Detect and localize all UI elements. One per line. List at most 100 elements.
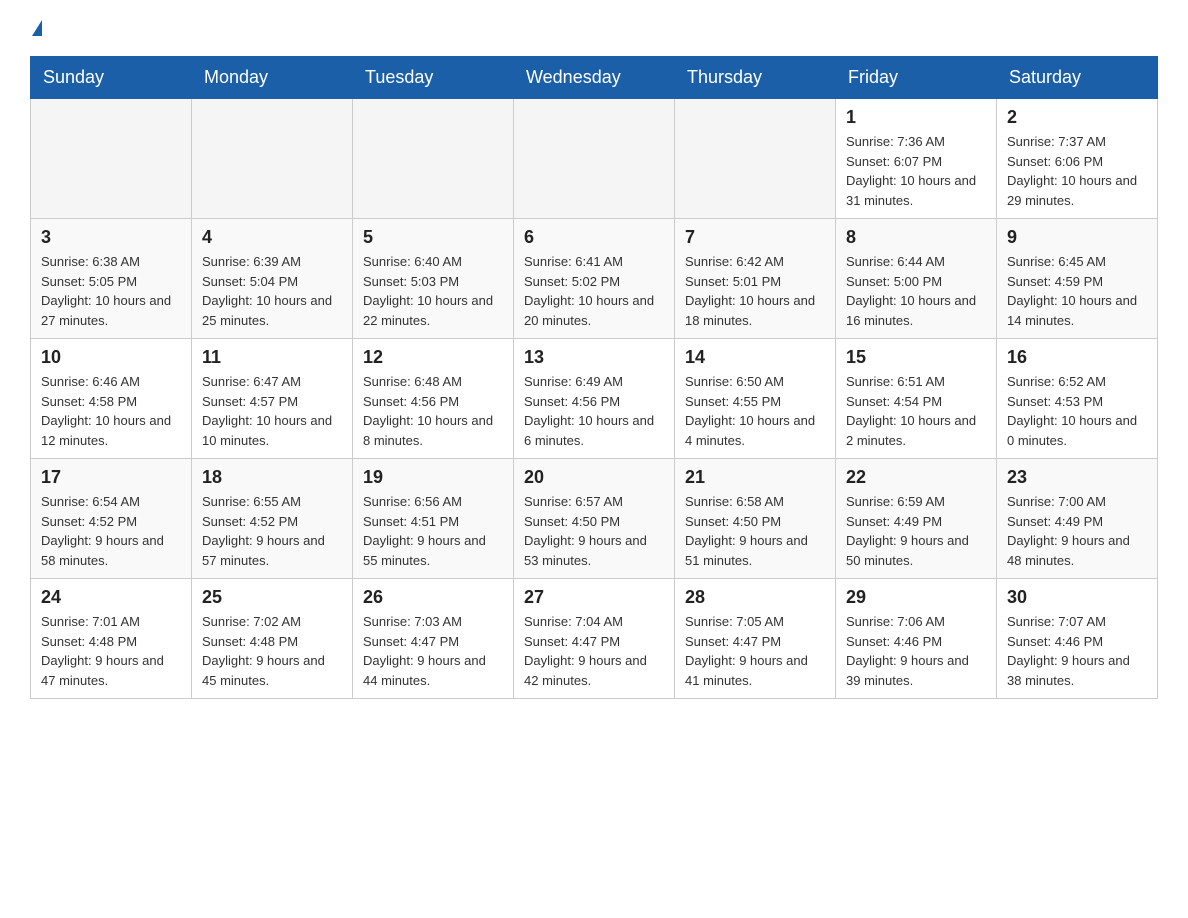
- day-info: Sunrise: 7:05 AM Sunset: 4:47 PM Dayligh…: [685, 612, 825, 690]
- calendar-cell: 15 Sunrise: 6:51 AM Sunset: 4:54 PM Dayli…: [836, 339, 997, 459]
- day-number: 26: [363, 587, 503, 608]
- header-saturday: Saturday: [997, 57, 1158, 99]
- day-number: 15: [846, 347, 986, 368]
- day-number: 23: [1007, 467, 1147, 488]
- day-number: 20: [524, 467, 664, 488]
- day-number: 1: [846, 107, 986, 128]
- day-info: Sunrise: 6:55 AM Sunset: 4:52 PM Dayligh…: [202, 492, 342, 570]
- calendar-cell: 22 Sunrise: 6:59 AM Sunset: 4:49 PM Dayli…: [836, 459, 997, 579]
- calendar-cell: 7 Sunrise: 6:42 AM Sunset: 5:01 PM Daylig…: [675, 219, 836, 339]
- calendar-cell: 25 Sunrise: 7:02 AM Sunset: 4:48 PM Dayli…: [192, 579, 353, 699]
- calendar-cell: 16 Sunrise: 6:52 AM Sunset: 4:53 PM Dayli…: [997, 339, 1158, 459]
- logo-triangle-icon: [32, 20, 42, 36]
- calendar-cell: 27 Sunrise: 7:04 AM Sunset: 4:47 PM Dayli…: [514, 579, 675, 699]
- day-number: 6: [524, 227, 664, 248]
- day-info: Sunrise: 7:00 AM Sunset: 4:49 PM Dayligh…: [1007, 492, 1147, 570]
- day-info: Sunrise: 6:39 AM Sunset: 5:04 PM Dayligh…: [202, 252, 342, 330]
- day-info: Sunrise: 6:42 AM Sunset: 5:01 PM Dayligh…: [685, 252, 825, 330]
- day-info: Sunrise: 6:56 AM Sunset: 4:51 PM Dayligh…: [363, 492, 503, 570]
- day-info: Sunrise: 7:06 AM Sunset: 4:46 PM Dayligh…: [846, 612, 986, 690]
- day-number: 12: [363, 347, 503, 368]
- header-monday: Monday: [192, 57, 353, 99]
- day-info: Sunrise: 6:41 AM Sunset: 5:02 PM Dayligh…: [524, 252, 664, 330]
- calendar-cell: 3 Sunrise: 6:38 AM Sunset: 5:05 PM Daylig…: [31, 219, 192, 339]
- calendar-cell: 4 Sunrise: 6:39 AM Sunset: 5:04 PM Daylig…: [192, 219, 353, 339]
- day-info: Sunrise: 6:51 AM Sunset: 4:54 PM Dayligh…: [846, 372, 986, 450]
- calendar-table: SundayMondayTuesdayWednesdayThursdayFrid…: [30, 56, 1158, 699]
- day-info: Sunrise: 6:47 AM Sunset: 4:57 PM Dayligh…: [202, 372, 342, 450]
- day-number: 28: [685, 587, 825, 608]
- day-number: 25: [202, 587, 342, 608]
- calendar-cell: 19 Sunrise: 6:56 AM Sunset: 4:51 PM Dayli…: [353, 459, 514, 579]
- day-info: Sunrise: 7:04 AM Sunset: 4:47 PM Dayligh…: [524, 612, 664, 690]
- calendar-cell: [353, 99, 514, 219]
- day-number: 3: [41, 227, 181, 248]
- day-info: Sunrise: 6:57 AM Sunset: 4:50 PM Dayligh…: [524, 492, 664, 570]
- calendar-cell: 24Sunrise: 7:01 AM Sunset: 4:48 PM Dayli…: [31, 579, 192, 699]
- day-number: 30: [1007, 587, 1147, 608]
- calendar-cell: 18 Sunrise: 6:55 AM Sunset: 4:52 PM Dayli…: [192, 459, 353, 579]
- day-number: 2: [1007, 107, 1147, 128]
- header-friday: Friday: [836, 57, 997, 99]
- calendar-cell: 23 Sunrise: 7:00 AM Sunset: 4:49 PM Dayli…: [997, 459, 1158, 579]
- calendar-week-row: 24Sunrise: 7:01 AM Sunset: 4:48 PM Dayli…: [31, 579, 1158, 699]
- day-info: Sunrise: 6:49 AM Sunset: 4:56 PM Dayligh…: [524, 372, 664, 450]
- day-number: 8: [846, 227, 986, 248]
- day-info: Sunrise: 7:37 AM Sunset: 6:06 PM Dayligh…: [1007, 132, 1147, 210]
- day-number: 29: [846, 587, 986, 608]
- day-number: 9: [1007, 227, 1147, 248]
- day-info: Sunrise: 7:07 AM Sunset: 4:46 PM Dayligh…: [1007, 612, 1147, 690]
- calendar-cell: 29 Sunrise: 7:06 AM Sunset: 4:46 PM Dayli…: [836, 579, 997, 699]
- day-info: Sunrise: 6:40 AM Sunset: 5:03 PM Dayligh…: [363, 252, 503, 330]
- day-info: Sunrise: 7:03 AM Sunset: 4:47 PM Dayligh…: [363, 612, 503, 690]
- day-number: 7: [685, 227, 825, 248]
- day-number: 27: [524, 587, 664, 608]
- day-info: Sunrise: 6:54 AM Sunset: 4:52 PM Dayligh…: [41, 492, 181, 570]
- day-info: Sunrise: 6:52 AM Sunset: 4:53 PM Dayligh…: [1007, 372, 1147, 450]
- calendar-cell: 5 Sunrise: 6:40 AM Sunset: 5:03 PM Daylig…: [353, 219, 514, 339]
- calendar-cell: 2 Sunrise: 7:37 AM Sunset: 6:06 PM Daylig…: [997, 99, 1158, 219]
- calendar-week-row: 17 Sunrise: 6:54 AM Sunset: 4:52 PM Dayli…: [31, 459, 1158, 579]
- day-number: 22: [846, 467, 986, 488]
- day-number: 13: [524, 347, 664, 368]
- day-info: Sunrise: 6:59 AM Sunset: 4:49 PM Dayligh…: [846, 492, 986, 570]
- day-number: 18: [202, 467, 342, 488]
- calendar-week-row: 3 Sunrise: 6:38 AM Sunset: 5:05 PM Daylig…: [31, 219, 1158, 339]
- day-info: Sunrise: 6:50 AM Sunset: 4:55 PM Dayligh…: [685, 372, 825, 450]
- logo: [30, 20, 42, 36]
- day-info: Sunrise: 6:58 AM Sunset: 4:50 PM Dayligh…: [685, 492, 825, 570]
- calendar-cell: [192, 99, 353, 219]
- day-info: Sunrise: 7:02 AM Sunset: 4:48 PM Dayligh…: [202, 612, 342, 690]
- day-info: Sunrise: 6:38 AM Sunset: 5:05 PM Dayligh…: [41, 252, 181, 330]
- calendar-cell: 30 Sunrise: 7:07 AM Sunset: 4:46 PM Dayli…: [997, 579, 1158, 699]
- day-number: 14: [685, 347, 825, 368]
- day-number: 10: [41, 347, 181, 368]
- day-number: 19: [363, 467, 503, 488]
- calendar-cell: 1Sunrise: 7:36 AM Sunset: 6:07 PM Daylig…: [836, 99, 997, 219]
- calendar-cell: 9 Sunrise: 6:45 AM Sunset: 4:59 PM Daylig…: [997, 219, 1158, 339]
- calendar-cell: [675, 99, 836, 219]
- calendar-cell: 28 Sunrise: 7:05 AM Sunset: 4:47 PM Dayli…: [675, 579, 836, 699]
- header-tuesday: Tuesday: [353, 57, 514, 99]
- day-number: 17: [41, 467, 181, 488]
- day-number: 16: [1007, 347, 1147, 368]
- calendar-week-row: 10 Sunrise: 6:46 AM Sunset: 4:58 PM Dayli…: [31, 339, 1158, 459]
- calendar-header-row: SundayMondayTuesdayWednesdayThursdayFrid…: [31, 57, 1158, 99]
- calendar-cell: 13 Sunrise: 6:49 AM Sunset: 4:56 PM Dayli…: [514, 339, 675, 459]
- calendar-cell: [514, 99, 675, 219]
- calendar-cell: [31, 99, 192, 219]
- calendar-cell: 11Sunrise: 6:47 AM Sunset: 4:57 PM Dayli…: [192, 339, 353, 459]
- day-number: 5: [363, 227, 503, 248]
- day-number: 21: [685, 467, 825, 488]
- calendar-cell: 26 Sunrise: 7:03 AM Sunset: 4:47 PM Dayli…: [353, 579, 514, 699]
- calendar-cell: 14 Sunrise: 6:50 AM Sunset: 4:55 PM Dayli…: [675, 339, 836, 459]
- calendar-cell: 21 Sunrise: 6:58 AM Sunset: 4:50 PM Dayli…: [675, 459, 836, 579]
- header-sunday: Sunday: [31, 57, 192, 99]
- day-info: Sunrise: 6:48 AM Sunset: 4:56 PM Dayligh…: [363, 372, 503, 450]
- day-info: Sunrise: 6:45 AM Sunset: 4:59 PM Dayligh…: [1007, 252, 1147, 330]
- calendar-cell: 6 Sunrise: 6:41 AM Sunset: 5:02 PM Daylig…: [514, 219, 675, 339]
- day-info: Sunrise: 6:46 AM Sunset: 4:58 PM Dayligh…: [41, 372, 181, 450]
- calendar-cell: 17 Sunrise: 6:54 AM Sunset: 4:52 PM Dayli…: [31, 459, 192, 579]
- day-number: 4: [202, 227, 342, 248]
- calendar-cell: 8Sunrise: 6:44 AM Sunset: 5:00 PM Daylig…: [836, 219, 997, 339]
